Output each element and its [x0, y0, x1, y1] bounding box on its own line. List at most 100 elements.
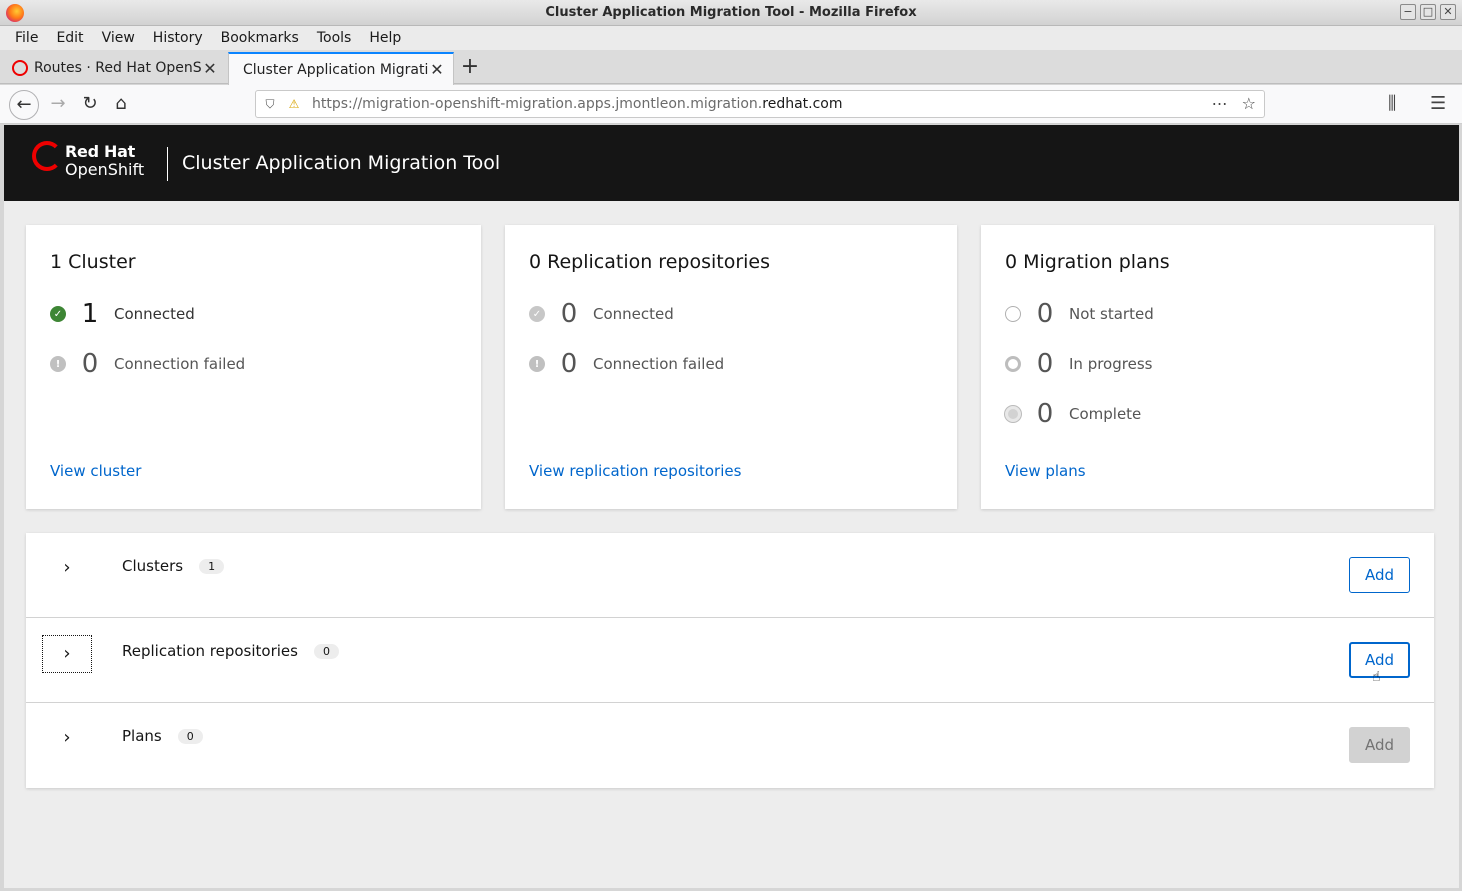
exclamation-circle-icon: ! — [50, 356, 66, 372]
menu-bookmarks[interactable]: Bookmarks — [212, 30, 308, 46]
card-title: 0 Replication repositories — [529, 251, 771, 273]
resource-accordion: › Clusters 1 Add › Replication repositor… — [26, 533, 1434, 788]
window-titlebar: Cluster Application Migration Tool - Moz… — [0, 0, 1462, 26]
add-cluster-button[interactable]: Add — [1349, 557, 1410, 593]
page-viewport: Red Hat OpenShift Cluster Application Mi… — [4, 125, 1459, 888]
in-progress-icon — [1005, 356, 1021, 372]
close-tab-icon[interactable]: ✕ — [429, 60, 445, 79]
back-button[interactable]: ← — [9, 90, 39, 120]
card-title: 1 Cluster — [50, 251, 136, 273]
app-title: Cluster Application Migration Tool — [182, 152, 501, 174]
tab-bar: Routes · Red Hat OpenSh ✕ Cluster Applic… — [0, 50, 1462, 85]
menu-history[interactable]: History — [144, 30, 212, 46]
home-button[interactable]: ⌂ — [106, 90, 136, 120]
not-started-icon — [1005, 306, 1021, 322]
menu-file[interactable]: File — [6, 30, 47, 46]
url-text[interactable]: https://migration-openshift-migration.ap… — [312, 96, 843, 112]
library-icon[interactable]: ⫼ — [1388, 93, 1396, 114]
stat-label: Connected — [593, 305, 674, 323]
url-domain: redhat.com — [762, 96, 843, 112]
hamburger-menu-icon[interactable]: ☰ — [1430, 93, 1446, 114]
accordion-title[interactable]: Replication repositories 0 — [122, 642, 339, 660]
stat-value: 0 — [1036, 399, 1054, 429]
accordion-row-replication-repositories: › Replication repositories 0 Add — [26, 618, 1434, 703]
count-badge: 0 — [313, 643, 339, 659]
stat-value: 0 — [1036, 349, 1054, 379]
expand-chevron-icon[interactable]: › — [42, 550, 92, 588]
menu-edit[interactable]: Edit — [47, 30, 92, 46]
tab-label: Cluster Application Migratio — [243, 61, 429, 78]
tracking-shield-icon[interactable]: ⛉ — [262, 97, 278, 112]
menu-view[interactable]: View — [93, 30, 144, 46]
view-cluster-link[interactable]: View cluster — [50, 462, 141, 480]
plans-summary-card: 0 Migration plans 0 Not started 0 In pro… — [981, 225, 1434, 509]
url-actions: ⋯ ☆ — [1212, 94, 1256, 113]
stat-label: Connected — [114, 305, 195, 323]
view-replication-repositories-link[interactable]: View replication repositories — [529, 462, 741, 480]
tab-label: Routes · Red Hat OpenSh — [34, 60, 202, 76]
mouse-pointer-icon: ☝ — [1372, 669, 1381, 685]
complete-icon — [1005, 406, 1021, 422]
stat-complete: 0 Complete — [1005, 399, 1141, 429]
menu-tools[interactable]: Tools — [308, 30, 361, 46]
brand-line-1: Red Hat — [65, 142, 135, 161]
stat-connection-failed: ! 0 Connection failed — [50, 349, 245, 379]
red-hat-logo-icon — [32, 141, 62, 171]
count-badge: 0 — [177, 728, 203, 744]
add-plan-button[interactable]: Add — [1349, 727, 1410, 763]
stat-value: 0 — [560, 299, 578, 329]
accordion-title-text: Replication repositories — [122, 642, 298, 660]
page-actions-icon[interactable]: ⋯ — [1212, 94, 1228, 113]
window-title: Cluster Application Migration Tool - Moz… — [545, 5, 917, 20]
openshift-favicon-icon — [12, 60, 28, 76]
window-controls: − □ ✕ — [1400, 4, 1456, 20]
accordion-title[interactable]: Clusters 1 — [122, 557, 225, 575]
new-tab-button[interactable]: + — [458, 56, 482, 80]
accordion-title-text: Clusters — [122, 557, 184, 575]
cluster-summary-card: 1 Cluster ✓ 1 Connected ! 0 Connection f… — [26, 225, 481, 509]
view-plans-link[interactable]: View plans — [1005, 462, 1086, 480]
close-tab-icon[interactable]: ✕ — [202, 59, 218, 78]
stat-value: 0 — [81, 349, 99, 379]
tab-routes[interactable]: Routes · Red Hat OpenSh ✕ — [4, 52, 226, 84]
menu-bar: File Edit View History Bookmarks Tools H… — [0, 26, 1462, 50]
stat-label: In progress — [1069, 355, 1153, 373]
exclamation-circle-icon: ! — [529, 356, 545, 372]
stat-value: 1 — [81, 299, 99, 329]
stat-value: 0 — [1036, 299, 1054, 329]
expand-chevron-icon[interactable]: › — [42, 720, 92, 758]
masthead: Red Hat OpenShift Cluster Application Mi… — [4, 125, 1459, 201]
accordion-title[interactable]: Plans 0 — [122, 727, 203, 745]
close-window-button[interactable]: ✕ — [1440, 4, 1456, 20]
expand-chevron-icon[interactable]: › — [42, 635, 92, 673]
check-circle-icon: ✓ — [529, 306, 545, 322]
navigation-toolbar: ← → ↻ ⌂ ⛉ ⚠ https://migration-openshift-… — [0, 85, 1462, 124]
stat-connected: ✓ 0 Connected — [529, 299, 674, 329]
stat-label: Connection failed — [114, 355, 246, 373]
maximize-button[interactable]: □ — [1420, 4, 1436, 20]
tab-migration-tool[interactable]: Cluster Application Migratio ✕ — [228, 52, 454, 85]
brand-line-2: OpenShift — [65, 160, 145, 179]
minimize-button[interactable]: − — [1400, 4, 1416, 20]
menu-help[interactable]: Help — [360, 30, 410, 46]
accordion-title-text: Plans — [122, 727, 162, 745]
stat-label: Connection failed — [593, 355, 725, 373]
check-circle-icon: ✓ — [50, 306, 66, 322]
brand-logo[interactable]: Red Hat OpenShift — [65, 143, 144, 179]
url-bar[interactable]: ⛉ ⚠ https://migration-openshift-migratio… — [255, 90, 1265, 118]
bookmark-star-icon[interactable]: ☆ — [1242, 94, 1256, 113]
card-title: 0 Migration plans — [1005, 251, 1170, 273]
forward-button[interactable]: → — [43, 90, 73, 120]
stat-in-progress: 0 In progress — [1005, 349, 1152, 379]
reload-button[interactable]: ↻ — [75, 90, 105, 120]
masthead-divider — [167, 147, 168, 181]
count-badge: 1 — [199, 558, 225, 574]
repositories-summary-card: 0 Replication repositories ✓ 0 Connected… — [505, 225, 957, 509]
insecure-lock-icon[interactable]: ⚠ — [286, 97, 302, 111]
url-prefix: https://migration-openshift-migration.ap… — [312, 96, 763, 112]
accordion-row-clusters: › Clusters 1 Add — [26, 533, 1434, 618]
stat-not-started: 0 Not started — [1005, 299, 1154, 329]
stat-connection-failed: ! 0 Connection failed — [529, 349, 724, 379]
stat-label: Not started — [1069, 305, 1154, 323]
firefox-logo-icon — [6, 4, 24, 22]
